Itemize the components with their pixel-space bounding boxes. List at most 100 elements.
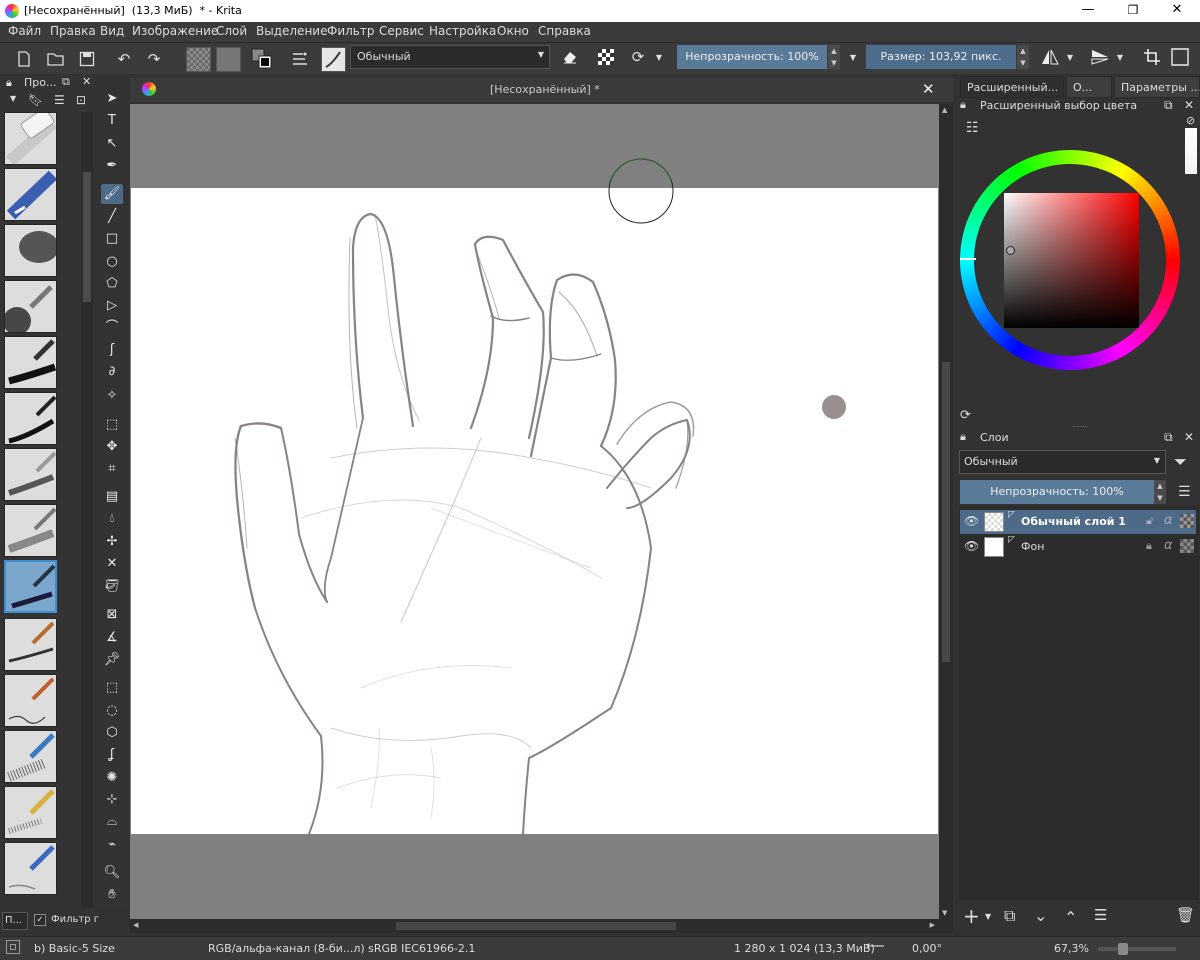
zoom-slider-handle[interactable]	[1118, 943, 1128, 955]
preserve-alpha-icon[interactable]	[594, 45, 618, 69]
assistant-tool-icon[interactable]: ✕	[101, 554, 123, 574]
opacity-dropdown-icon[interactable]: ▼	[846, 45, 860, 69]
add-layer-icon[interactable]: +	[963, 904, 980, 928]
ellipse-select-tool-icon[interactable]: ◌	[101, 701, 123, 721]
menu-item-5[interactable]: Выделение	[256, 24, 327, 38]
visibility-eye-icon[interactable]: 👁︎	[964, 539, 979, 553]
zoom-slider[interactable]	[1098, 943, 1176, 955]
color-history-swatch[interactable]	[1185, 128, 1197, 174]
status-rotation[interactable]: 0,00°	[912, 942, 942, 955]
layer-blend-mode-select[interactable]: Обычный ▼	[959, 450, 1166, 474]
filter-layers-icon[interactable]: ⏷	[1174, 452, 1187, 472]
bezier-select-tool-icon[interactable]: ⌓	[101, 812, 123, 832]
reload-preset-icon[interactable]: ⟳	[626, 45, 650, 69]
brush-preset-fine-liner[interactable]	[4, 674, 57, 727]
open-document-icon[interactable]	[44, 47, 68, 71]
menu-item-7[interactable]: Сервис	[379, 24, 424, 38]
lock-icon[interactable]: 🔒︎	[6, 76, 12, 90]
list-view-icon[interactable]: ☰	[54, 93, 65, 107]
freehand-path-tool-icon[interactable]: ʃ	[101, 340, 123, 360]
canvas-hscroll-thumb[interactable]	[396, 922, 676, 930]
reload-dropdown-icon[interactable]: ▼	[652, 45, 666, 69]
wrap-around-icon[interactable]	[1140, 45, 1164, 69]
color-settings-icon[interactable]: ☷	[966, 120, 979, 136]
splitter-handle-icon[interactable]: ......	[1072, 420, 1087, 429]
brush-preset-marker[interactable]	[4, 336, 57, 389]
edit-shapes-tool-icon[interactable]: ↖	[101, 134, 123, 154]
blend-mode-select[interactable]: Обычный ▼	[350, 45, 550, 69]
scroll-right-icon[interactable]: ▶	[930, 921, 935, 929]
pan-tool-icon[interactable]: ✋︎	[101, 885, 123, 905]
foreground-background-color-icon[interactable]	[250, 47, 274, 71]
opacity-slider[interactable]: Непрозрачность: 100%	[677, 45, 827, 69]
brush-preset-eraser-hard[interactable]	[4, 112, 57, 165]
zoom-tool-icon[interactable]: 🔍︎	[101, 863, 123, 883]
bezier-tool-icon[interactable]: ⌒	[101, 318, 123, 338]
brush-preset-basic-5-size[interactable]	[4, 560, 57, 613]
save-document-icon[interactable]	[75, 47, 99, 71]
color-picker-tool-icon[interactable]: 💧︎	[101, 509, 123, 529]
inherit-alpha-icon[interactable]	[1180, 539, 1194, 553]
layer-opacity-spin-icon[interactable]: ▲ ▼	[1154, 480, 1166, 504]
layer-lock-icon[interactable]: 🔓︎	[1146, 514, 1153, 528]
hue-indicator[interactable]	[960, 258, 976, 260]
layer-lock-icon[interactable]: 🔒︎	[1146, 539, 1152, 553]
lock-icon[interactable]: 🔒︎	[960, 430, 966, 444]
ellipse-tool-icon[interactable]: ○	[101, 252, 123, 272]
menu-item-9[interactable]: Окно	[497, 24, 529, 38]
layer-row-1[interactable]: 👁︎ ◸ Обычный слой 1 🔓︎ α	[960, 510, 1196, 534]
float-docker-icon[interactable]: ⧉	[62, 75, 70, 89]
reference-tool-icon[interactable]: 📌︎	[101, 650, 123, 670]
status-colorspace[interactable]: RGB/альфа-канал (8-би...л) sRGB IEC61966…	[208, 942, 475, 955]
brush-size-slider[interactable]: Размер: 103,92 пикс.	[866, 45, 1016, 69]
delete-layer-icon[interactable]: 🗑︎	[1176, 906, 1195, 924]
contiguous-select-tool-icon[interactable]: ✺	[101, 768, 123, 788]
rect-select-tool-icon[interactable]: ⬚	[101, 678, 123, 698]
mirror-v-dropdown-icon[interactable]: ▼	[1113, 45, 1127, 69]
saturation-value-square[interactable]	[1004, 193, 1139, 328]
close-docker-icon[interactable]: ✕	[1184, 98, 1194, 112]
refresh-icon[interactable]: ⟳	[960, 408, 971, 423]
mirror-h-dropdown-icon[interactable]: ▼	[1063, 45, 1077, 69]
minimize-button[interactable]: —	[1065, 0, 1111, 22]
alpha-lock-icon[interactable]: α	[1164, 538, 1173, 553]
menu-item-0[interactable]: Файл	[8, 24, 41, 38]
new-document-icon[interactable]	[12, 47, 36, 71]
menu-item-8[interactable]: Настройка	[429, 24, 496, 38]
fill-tool-icon[interactable]: 🪣︎	[101, 577, 123, 597]
dynamic-brush-tool-icon[interactable]: ∂	[101, 362, 123, 382]
tab-advanced-color-selector[interactable]: Расширенный...	[960, 76, 1064, 98]
multibrush-tool-icon[interactable]: ✧	[101, 386, 123, 406]
canvas-vscroll-thumb[interactable]	[942, 362, 950, 662]
size-spin-icon[interactable]: ▲ ▼	[1017, 45, 1029, 69]
close-document-icon[interactable]: ✕	[922, 80, 935, 98]
brush-preset-eraser-blur[interactable]	[4, 224, 57, 277]
mirror-vertical-icon[interactable]	[1088, 45, 1112, 69]
magnetic-select-tool-icon[interactable]: ⌁	[101, 835, 123, 855]
freehand-select-tool-icon[interactable]: ʆ	[101, 745, 123, 765]
move-layer-down-icon[interactable]: ⌄	[1034, 906, 1047, 925]
similar-select-tool-icon[interactable]: ⊹	[101, 790, 123, 810]
brush-preset-ink[interactable]	[4, 392, 57, 445]
scroll-down-icon[interactable]: ▼	[942, 909, 947, 917]
brush-preset-blender[interactable]	[4, 504, 57, 557]
no-color-icon[interactable]: ⊘	[1186, 114, 1195, 127]
scroll-left-icon[interactable]: ◀	[133, 921, 138, 929]
redo-icon[interactable]: ↷	[142, 47, 166, 71]
brush-preset-airbrush[interactable]	[4, 280, 57, 333]
layer-opacity-slider[interactable]: Непрозрачность: 100%	[960, 480, 1154, 504]
float-docker-icon[interactable]: ⧉	[1164, 98, 1173, 113]
menu-item-6[interactable]: Фильтр	[327, 24, 374, 38]
brush-preset-wet-paint[interactable]	[4, 448, 57, 501]
brush-settings-icon[interactable]	[288, 47, 312, 71]
restore-button[interactable]: ❐	[1110, 0, 1156, 22]
fill-gradient-icon[interactable]	[186, 47, 211, 72]
add-layer-dropdown-icon[interactable]: ▼	[985, 912, 991, 921]
undo-icon[interactable]: ↶	[112, 47, 136, 71]
status-warning-icon[interactable]	[6, 940, 20, 954]
color-picker-handle[interactable]	[1006, 246, 1015, 255]
gradient-tool-icon[interactable]: ▤	[101, 487, 123, 507]
polygon-select-tool-icon[interactable]: ⬡	[101, 723, 123, 743]
crop-tool-icon[interactable]: ⌗	[101, 459, 123, 479]
move-layer-up-icon[interactable]: ⌃	[1064, 908, 1077, 927]
